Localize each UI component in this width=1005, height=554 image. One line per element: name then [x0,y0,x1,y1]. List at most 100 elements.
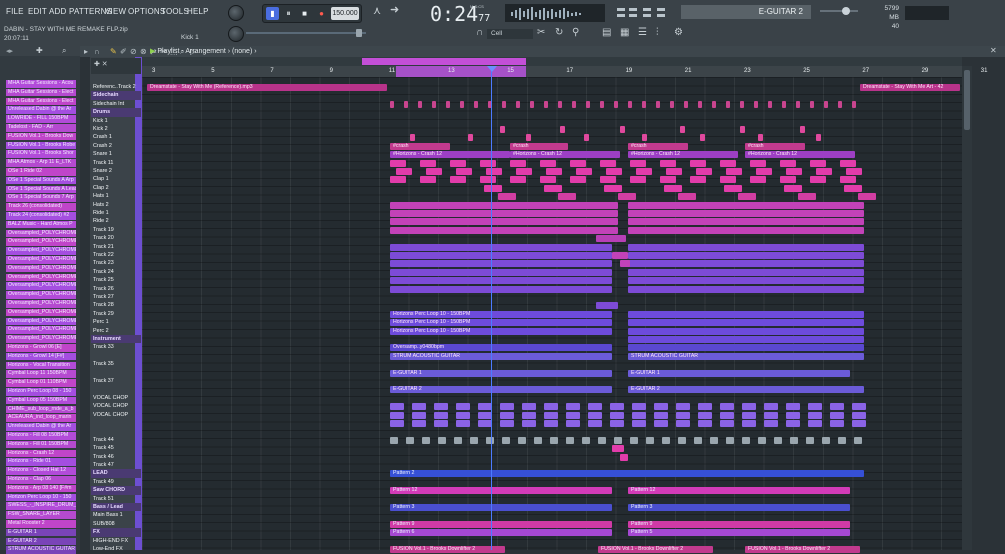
audio-clip[interactable] [576,168,592,175]
audio-clip[interactable] [518,436,526,444]
track-header[interactable]: Track 22 [91,251,141,259]
loop-icon[interactable]: ↻ [555,27,563,38]
audio-clip[interactable] [782,100,786,108]
audio-clip[interactable] [628,336,864,343]
audio-clip[interactable] [544,100,548,108]
track-header[interactable]: VOCAL CHOP [91,402,141,410]
audio-clip[interactable] [478,420,492,427]
browser-item[interactable]: Oversampled_POLYCHROME [6,282,76,290]
audio-clip[interactable] [852,411,866,419]
audio-clip[interactable]: Horizons Perc Loop 10 - 150BPM [390,310,612,318]
audio-clip[interactable] [570,176,586,184]
menu-view[interactable]: VIEW [105,7,126,16]
browser-item[interactable]: Unreleased Dabin @ the Ar [6,423,76,431]
audio-clip[interactable] [390,226,618,234]
browser-item[interactable]: Horizons - Crash 12 [6,449,76,458]
audio-clip[interactable] [502,436,510,444]
audio-clip[interactable] [838,100,842,108]
audio-clip[interactable] [840,159,856,167]
browser-item[interactable]: Cymbal Loop 11 150BPM [6,370,76,378]
pattern-song-toggle[interactable]: ▮ [266,7,279,20]
audio-clip[interactable] [764,403,778,411]
browser-item[interactable]: Track 24 (consolidated) #2 [6,212,76,220]
audio-clip[interactable] [756,168,772,175]
audio-clip[interactable] [628,319,864,327]
delete-icon[interactable]: ⊘ [130,47,138,56]
audio-clip[interactable] [720,159,736,167]
audio-clip[interactable]: Dreamstate - Stay With Me Art - 42 [860,84,960,91]
snap-selector[interactable]: Cell [487,29,533,39]
audio-clip[interactable] [628,218,864,226]
audio-clip[interactable] [838,436,846,444]
audio-clip[interactable] [614,100,618,108]
audio-clip[interactable] [450,159,466,167]
audio-clip[interactable] [558,100,562,108]
wait-input-icon[interactable]: ➜ [390,3,399,16]
track-header[interactable]: Saw CHORD [91,486,141,495]
audio-clip[interactable] [620,126,625,133]
audio-clip[interactable] [434,403,448,411]
audio-clip[interactable] [726,436,734,444]
track-header[interactable]: Bass / Lead [91,503,141,512]
audio-clip[interactable] [684,100,688,108]
menu-options[interactable]: OPTIONS [128,7,165,16]
audio-clip[interactable] [434,411,448,419]
audio-clip[interactable] [742,420,756,427]
audio-clip[interactable]: Horizons Perc Loop 10 - 150BPM [390,319,612,327]
browser-item[interactable]: Oversampled_POLYCHROME [6,326,76,334]
playlist-window-icon[interactable]: ▤ [602,27,611,38]
audio-clip[interactable]: Horizons Perc Loop 10 - 150BPM [390,327,612,335]
audio-clip[interactable] [390,159,406,167]
audio-clip[interactable] [786,403,800,411]
audio-clip[interactable]: E-GUITAR 2 [628,386,864,394]
audio-clip[interactable] [780,159,796,167]
browser-item[interactable]: E-GUITAR 2 [6,537,76,546]
audio-clip[interactable] [632,420,646,427]
audio-clip[interactable] [500,411,514,419]
browser-item[interactable]: Horizons - Ride 01 [6,458,76,466]
audio-clip[interactable]: STRUM ACOUSTIC GUITAR [628,352,864,360]
browser-item[interactable]: Oversampled_POLYCHROME [6,335,76,343]
browser-item[interactable]: OSe 1 Special Sounds 7 Arp [6,194,76,202]
audio-clip[interactable] [786,420,800,427]
audio-clip[interactable] [630,176,646,184]
browser-item[interactable]: Oversampled_POLYCHROME [6,247,76,255]
browser-item[interactable]: Cymbal Loop 01 110BPM [6,379,76,387]
audio-clip[interactable] [586,100,590,108]
audio-clip[interactable] [670,100,674,108]
browser-item[interactable]: MHA Atmos - Arp 11 E_LTK [6,159,76,167]
mixer-icon[interactable]: ⫶ [656,27,659,38]
track-header[interactable]: Clap 2 [91,184,141,192]
audio-clip[interactable] [406,436,414,444]
track-header[interactable]: Track 29 [91,310,141,318]
track-header[interactable] [91,385,141,393]
audio-clip[interactable] [656,100,660,108]
track-header[interactable]: Track 20 [91,234,141,242]
browser-item[interactable]: Oversampled_POLYCHROME [6,273,76,282]
pattern-clip[interactable]: Pattern 6 [390,529,612,537]
audio-clip[interactable] [636,168,652,175]
audio-clip[interactable] [810,159,826,167]
audio-clip[interactable] [830,420,844,427]
browser-item[interactable]: Horizons - Clap 06 [6,476,76,484]
audio-clip[interactable] [810,176,826,184]
audio-clip[interactable] [628,226,864,234]
audio-clip[interactable] [816,134,821,142]
audio-clip[interactable] [410,134,415,142]
audio-clip[interactable] [750,176,766,184]
playlist-pattern[interactable]: (none) [232,48,252,55]
browser-item[interactable]: Horizons - Growl 06 [E] [6,344,76,352]
track-header[interactable]: Sidechain Int [91,100,141,108]
playhead-marker[interactable] [487,66,497,72]
audio-clip[interactable]: #Horizons - Crash 12 [628,151,738,159]
audio-clip[interactable] [480,176,496,184]
audio-clip[interactable] [654,411,668,419]
audio-clip[interactable] [840,176,856,184]
pattern-clip[interactable]: Pattern 5 [628,529,850,537]
audio-clip[interactable] [780,176,796,184]
audio-clip[interactable] [664,184,682,192]
track-header[interactable] [91,352,141,360]
menu-arrow-icon[interactable]: ▸ [84,47,90,56]
audio-clip[interactable] [712,100,716,108]
audio-clip[interactable] [786,411,800,419]
